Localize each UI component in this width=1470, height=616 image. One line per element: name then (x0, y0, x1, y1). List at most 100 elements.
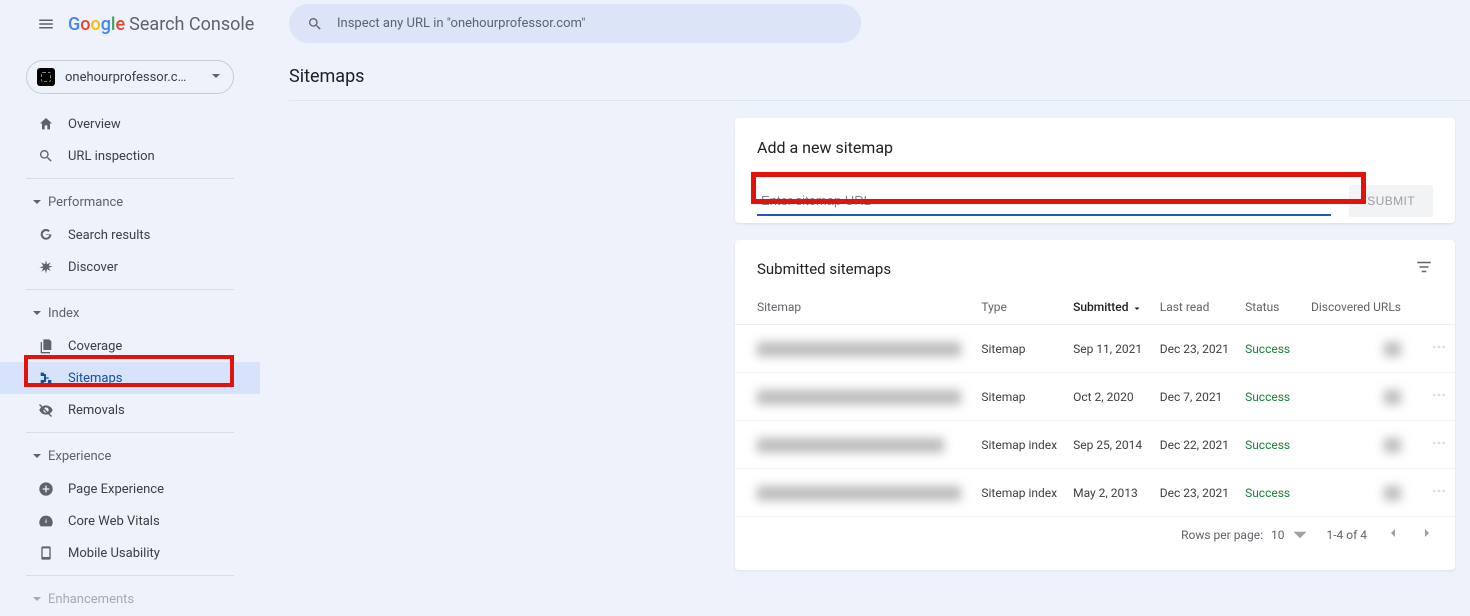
chevron-down-icon (32, 451, 42, 461)
chevron-down-icon (1292, 527, 1308, 543)
table-row[interactable]: ██████████████████████ Sitemap indexSep 2… (735, 421, 1455, 469)
more-icon (1431, 387, 1447, 403)
property-selector[interactable]: onehourprofessor.c… (26, 60, 234, 94)
col-type[interactable]: Type (973, 290, 1065, 325)
divider (26, 178, 234, 179)
col-submitted[interactable]: Submitted (1065, 290, 1152, 325)
table-row[interactable]: ████████████████████████Sitemap indexMay… (735, 469, 1455, 517)
divider (26, 289, 234, 290)
nav-section-performance[interactable]: Performance (0, 185, 260, 219)
search-icon (38, 148, 62, 164)
cell-discovered: ██ (1384, 342, 1401, 356)
search-icon (307, 16, 323, 32)
main-content: Sitemaps (289, 48, 1470, 105)
asterisk-icon (38, 259, 62, 275)
sidebar: onehourprofessor.c… Overview URL inspect… (0, 48, 260, 586)
rows-per-page-label: Rows per page: (1181, 528, 1263, 542)
pages-icon (38, 338, 62, 354)
col-discovered[interactable]: Discovered URLs (1303, 290, 1423, 325)
more-icon (1431, 435, 1447, 451)
hamburger-menu-button[interactable] (34, 12, 58, 36)
cell-status: Success (1237, 469, 1303, 517)
cell-last-read: Dec 23, 2021 (1152, 469, 1237, 517)
cell-status: Success (1237, 325, 1303, 373)
cell-last-read: Dec 23, 2021 (1152, 325, 1237, 373)
cell-status: Success (1237, 373, 1303, 421)
row-menu-button[interactable] (1423, 325, 1455, 373)
google-logo-text: Google (68, 14, 125, 35)
gauge-icon (38, 513, 62, 529)
nav-section-enhancements[interactable]: Enhancements (0, 582, 260, 616)
property-name: onehourprofessor.c… (65, 70, 205, 85)
sitemap-icon (38, 370, 62, 386)
table-pager: Rows per page: 10 1-4 of 4 (735, 517, 1455, 544)
hamburger-icon (37, 15, 55, 33)
sitemaps-table: Sitemap Type Submitted Last read Status … (735, 290, 1455, 517)
filter-icon (1415, 258, 1433, 276)
cell-last-read: Dec 7, 2021 (1152, 373, 1237, 421)
cell-sitemap: ██████████████████████ (757, 438, 944, 452)
nav-core-web-vitals[interactable]: Core Web Vitals (0, 505, 260, 537)
mobile-icon (38, 545, 62, 561)
chevron-down-icon (32, 308, 42, 318)
home-icon (38, 116, 62, 132)
pager-next-button[interactable] (1419, 525, 1435, 544)
nav-section-index[interactable]: Index (0, 296, 260, 330)
google-g-icon (38, 227, 62, 243)
submitted-sitemaps-card: Submitted sitemaps Sitemap Type Submitte… (735, 240, 1455, 570)
rows-per-page-value[interactable]: 10 (1271, 528, 1285, 542)
more-icon (1431, 483, 1447, 499)
header-divider (289, 100, 1470, 101)
page-title: Sitemaps (289, 48, 1470, 105)
col-status[interactable]: Status (1237, 290, 1303, 325)
cell-sitemap: ████████████████████████ (757, 486, 961, 500)
pager-prev-button[interactable] (1385, 525, 1401, 544)
chevron-down-icon (32, 197, 42, 207)
nav-url-inspection[interactable]: URL inspection (0, 140, 260, 172)
nav-coverage[interactable]: Coverage (0, 330, 260, 362)
add-sitemap-heading: Add a new sitemap (757, 138, 1433, 157)
row-menu-button[interactable] (1423, 421, 1455, 469)
nav-sitemaps[interactable]: Sitemaps (0, 362, 260, 394)
app-header: Google Search Console Inspect any URL in… (0, 0, 1470, 48)
nav-page-experience[interactable]: Page Experience (0, 473, 260, 505)
cell-discovered: ██ (1384, 438, 1401, 452)
cell-type: Sitemap (973, 325, 1065, 373)
cell-submitted: Sep 25, 2014 (1065, 421, 1152, 469)
arrow-down-icon (1131, 302, 1143, 314)
submit-button[interactable]: SUBMIT (1349, 185, 1433, 217)
table-row[interactable]: ████████████████████████SitemapSep 11, 2… (735, 325, 1455, 373)
search-placeholder-text: Inspect any URL in "onehourprofessor.com… (337, 16, 585, 31)
url-inspect-search[interactable]: Inspect any URL in "onehourprofessor.com… (289, 4, 861, 43)
cell-type: Sitemap index (973, 421, 1065, 469)
product-name: Search Console (129, 14, 254, 35)
divider (26, 575, 234, 576)
filter-button[interactable] (1415, 258, 1433, 280)
chevron-right-icon (1419, 525, 1435, 541)
nav-overview[interactable]: Overview (0, 108, 260, 140)
row-menu-button[interactable] (1423, 469, 1455, 517)
eye-off-icon (38, 402, 62, 418)
nav-section-experience[interactable]: Experience (0, 439, 260, 473)
row-menu-button[interactable] (1423, 373, 1455, 421)
product-logo: Google Search Console (68, 14, 254, 35)
add-sitemap-card: Add a new sitemap SUBMIT (735, 118, 1455, 223)
cell-discovered: ██ (1384, 390, 1401, 404)
table-row[interactable]: ████████████████████████SitemapOct 2, 20… (735, 373, 1455, 421)
more-icon (1431, 339, 1447, 355)
nav-mobile-usability[interactable]: Mobile Usability (0, 537, 260, 569)
nav-removals[interactable]: Removals (0, 394, 260, 426)
cell-submitted: Oct 2, 2020 (1065, 373, 1152, 421)
property-favicon (37, 68, 55, 86)
col-sitemap[interactable]: Sitemap (735, 290, 973, 325)
submitted-sitemaps-heading: Submitted sitemaps (757, 260, 891, 278)
cell-status: Success (1237, 421, 1303, 469)
cell-sitemap: ████████████████████████ (757, 342, 961, 356)
chevron-left-icon (1385, 525, 1401, 541)
divider (26, 432, 234, 433)
nav-search-results[interactable]: Search results (0, 219, 260, 251)
nav-discover[interactable]: Discover (0, 251, 260, 283)
col-last-read[interactable]: Last read (1152, 290, 1237, 325)
cell-sitemap: ████████████████████████ (757, 390, 961, 404)
sitemap-url-input[interactable] (757, 186, 1331, 216)
